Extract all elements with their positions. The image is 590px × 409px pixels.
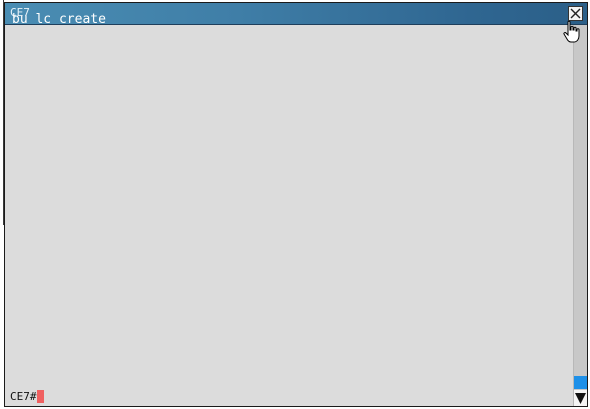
close-icon (570, 8, 581, 19)
close-button[interactable] (568, 6, 583, 21)
command-prompt-line[interactable]: CE7# (10, 390, 44, 403)
prompt-text: CE7# (10, 389, 37, 403)
desktop: CE7 bu lc create CE7# (0, 0, 590, 409)
window-titlebar[interactable]: CE7 bu lc create (5, 3, 587, 26)
scroll-down-button[interactable] (574, 390, 587, 406)
text-caret (36, 390, 44, 403)
vertical-scrollbar[interactable] (573, 25, 587, 406)
terminal-window[interactable]: CE7 bu lc create CE7# (4, 2, 588, 407)
scrollbar-thumb[interactable] (574, 376, 587, 389)
terminal-output-area[interactable]: CE7# (5, 25, 573, 406)
arrow-down-icon (575, 393, 586, 404)
